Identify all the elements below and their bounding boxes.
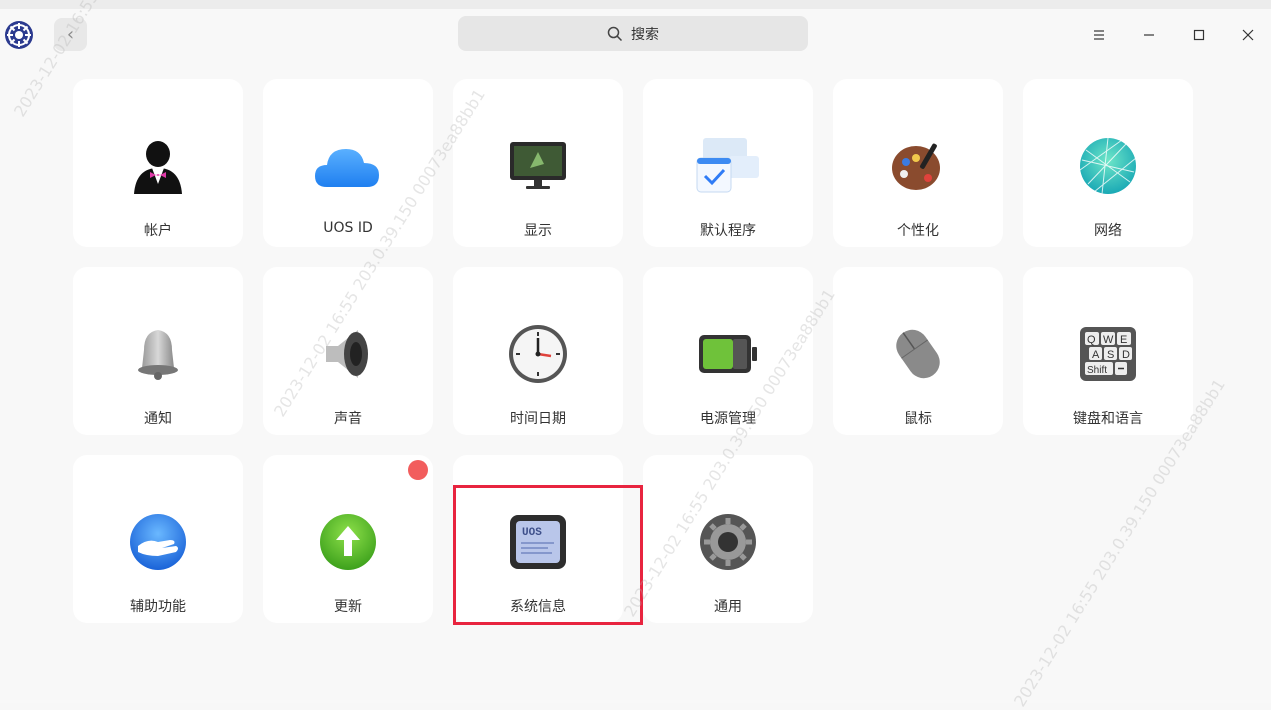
palette-icon [883, 131, 953, 201]
back-button[interactable]: ‹ [54, 18, 87, 51]
tile-mouse[interactable]: 鼠标 [833, 267, 1003, 435]
search-icon [607, 26, 623, 41]
speaker-icon [313, 319, 383, 389]
control-center-logo-icon [4, 20, 34, 50]
gear-icon [693, 507, 763, 577]
key-label: Q [1087, 334, 1096, 346]
tile-label: 通用 [714, 599, 742, 615]
tile-label: 显示 [524, 223, 552, 239]
chevron-left-icon: ‹ [66, 24, 75, 45]
tile-default-apps[interactable]: 默认程序 [643, 79, 813, 247]
key-label: E [1120, 334, 1127, 346]
system-info-icon: UOS [503, 507, 573, 577]
update-notification-badge [408, 460, 428, 480]
tile-label: 更新 [334, 599, 362, 615]
tile-label: 默认程序 [700, 223, 756, 239]
clock-icon [503, 319, 573, 389]
tile-system-info[interactable]: UOS 系统信息 [453, 455, 623, 623]
desktop-top-strip [0, 0, 1271, 9]
tile-label: 通知 [144, 411, 172, 427]
account-icon [123, 131, 193, 201]
tile-label: 系统信息 [510, 599, 566, 615]
tile-label: 声音 [334, 411, 362, 427]
tile-label: 时间日期 [510, 411, 566, 427]
tile-display[interactable]: 显示 [453, 79, 623, 247]
search-placeholder: 搜索 [631, 26, 659, 43]
key-label: A [1092, 349, 1100, 361]
tile-personalization[interactable]: 个性化 [833, 79, 1003, 247]
tile-label: 鼠标 [904, 411, 932, 427]
menu-button[interactable] [1085, 21, 1113, 49]
hamburger-menu-icon [1094, 30, 1104, 40]
battery-icon [693, 319, 763, 389]
display-icon [503, 131, 573, 201]
maximize-icon [1193, 29, 1205, 41]
tile-label: UOS ID [323, 220, 373, 236]
titlebar: ‹ 搜索 [0, 9, 1271, 59]
default-apps-icon [693, 131, 763, 201]
keyboard-icon: Q W E A S D Shift [1073, 319, 1143, 389]
tile-network[interactable]: 网络 [1023, 79, 1193, 247]
key-label: W [1103, 334, 1114, 346]
tile-label: 个性化 [897, 223, 939, 239]
tile-update[interactable]: 更新 [263, 455, 433, 623]
search-input[interactable]: 搜索 [458, 16, 808, 51]
tile-account[interactable]: 帐户 [73, 79, 243, 247]
tile-label: 网络 [1094, 223, 1122, 239]
minimize-button[interactable] [1135, 21, 1163, 49]
key-label: Shift [1087, 365, 1107, 376]
tile-datetime[interactable]: 时间日期 [453, 267, 623, 435]
bell-icon [123, 319, 193, 389]
key-label: D [1122, 349, 1130, 361]
tile-sound[interactable]: 声音 [263, 267, 433, 435]
uos-label: UOS [522, 527, 542, 539]
maximize-button[interactable] [1185, 21, 1213, 49]
tile-label: 键盘和语言 [1073, 411, 1143, 427]
tile-label: 电源管理 [700, 411, 756, 427]
tile-uos-id[interactable]: UOS ID [263, 79, 433, 247]
accessibility-hand-icon [123, 507, 193, 577]
update-arrow-icon [313, 507, 383, 577]
key-label: S [1107, 349, 1114, 361]
tile-power[interactable]: 电源管理 [643, 267, 813, 435]
tile-label: 辅助功能 [130, 599, 186, 615]
network-globe-icon [1073, 131, 1143, 201]
close-button[interactable] [1234, 21, 1262, 49]
tile-general[interactable]: 通用 [643, 455, 813, 623]
tile-label: 帐户 [144, 223, 172, 239]
tile-notification[interactable]: 通知 [73, 267, 243, 435]
close-icon [1242, 29, 1254, 41]
tile-accessibility[interactable]: 辅助功能 [73, 455, 243, 623]
mouse-icon [883, 319, 953, 389]
minimize-icon [1144, 34, 1154, 36]
tile-keyboard[interactable]: Q W E A S D Shift 键盘和语言 [1023, 267, 1193, 435]
cloud-icon [313, 131, 383, 201]
